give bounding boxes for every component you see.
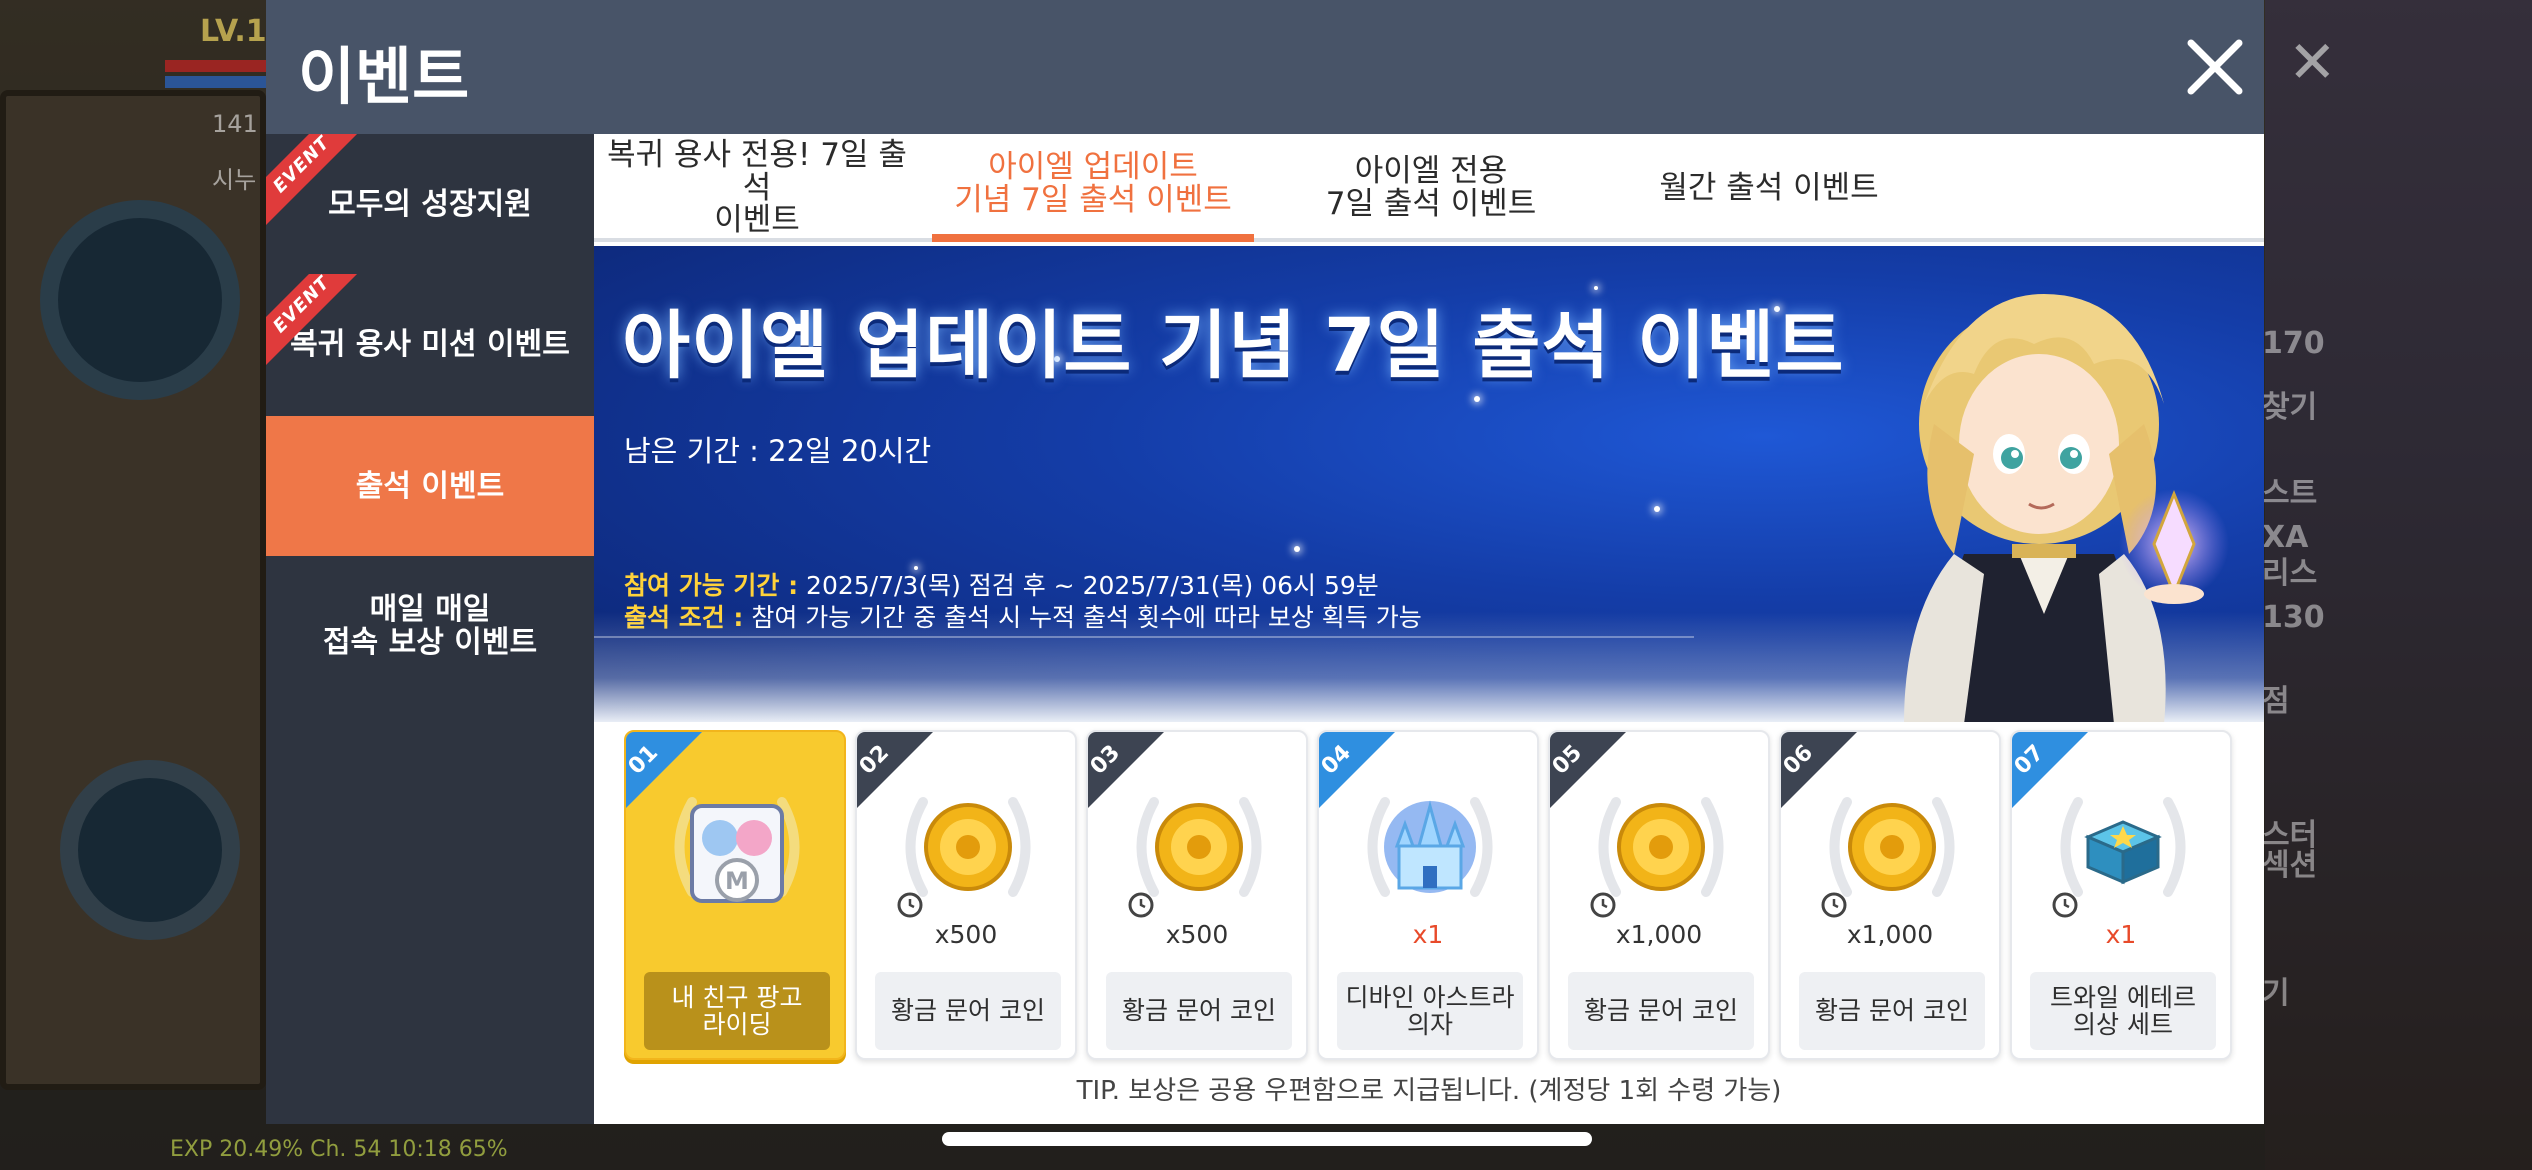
reward-name-line2: 라이딩 xyxy=(702,1010,772,1039)
sidebar-item-label-line2: 접속 보상 이벤트 xyxy=(322,625,538,660)
reward-item-name: 황금 문어 코인 xyxy=(875,972,1061,1050)
sidebar-item-attendance[interactable]: 출석 이벤트 xyxy=(266,416,594,556)
reward-card-day-5[interactable]: 05 x1,000 황금 문어 코인 xyxy=(1548,730,1770,1060)
reward-quantity: x1,000 xyxy=(1846,920,1934,949)
tab-label-line1: 아이엘 업데이트 xyxy=(988,149,1198,186)
svg-text:M: M xyxy=(725,867,749,895)
reward-item-name: 황금 문어 코인 xyxy=(1568,972,1754,1050)
reward-name-line2: 의자 xyxy=(1406,1010,1453,1039)
sidebar-item-return-mission[interactable]: EVENT 복귀 용사 미션 이벤트 xyxy=(266,274,594,414)
clock-icon xyxy=(2052,892,2078,918)
reward-card-day-3[interactable]: 03 x500 황금 문어 코인 xyxy=(1086,730,1308,1060)
sidebar-item-daily-login[interactable]: 매일 매일 접속 보상 이벤트 xyxy=(266,556,594,696)
reward-quantity: x500 xyxy=(934,920,998,949)
reward-quantity: x1 xyxy=(1412,920,1444,949)
tab-ariel-update-7day[interactable]: 아이엘 업데이트 기념 7일 출석 이벤트 xyxy=(932,134,1254,242)
bg-right-text: 리스 xyxy=(2262,556,2318,591)
reward-item-name: 황금 문어 코인 xyxy=(1106,972,1292,1050)
sidebar-item-growth-support[interactable]: EVENT 모두의 성장지원 xyxy=(266,134,594,274)
bg-right-text: 스트 xyxy=(2262,476,2318,511)
close-icon xyxy=(2187,39,2243,95)
tab-label-line1: 아이엘 전용 xyxy=(1354,153,1508,190)
background-close-icon: ✕ xyxy=(2288,28,2337,96)
sidebar-item-label: 복귀 용사 미션 이벤트 xyxy=(290,326,570,362)
hud-bottom-bar: EXP 20.49% Ch. 54 10:18 65% xyxy=(170,1137,508,1162)
sidebar-item-label: 출석 이벤트 xyxy=(355,468,505,504)
bg-right-text: 기 xyxy=(2262,976,2290,1011)
reward-card-day-4[interactable]: 04 x1 디바인 아스트라 의자 xyxy=(1317,730,1539,1060)
reward-quantity: x1,000 xyxy=(1615,920,1703,949)
banner-star xyxy=(1474,396,1480,402)
tab-label-line2: 기념 7일 출석 이벤트 xyxy=(954,182,1232,218)
participation-period-label: 참여 가능 기간 : xyxy=(624,571,799,600)
sidebar-item-label-line1: 매일 매일 xyxy=(369,592,491,627)
reward-name-line1: 디바인 아스트라 xyxy=(1345,982,1515,1012)
pango-riding-icon: M xyxy=(690,804,784,903)
gold-coin-icon xyxy=(1848,803,1936,891)
tab-monthly-attendance[interactable]: 월간 출석 이벤트 xyxy=(1608,134,1930,242)
reward-item-name: 내 친구 팡고 라이딩 xyxy=(644,972,830,1050)
clock-icon xyxy=(897,892,923,918)
hud-hp-bar xyxy=(165,60,275,72)
sidebar-item-label: 모두의 성장지원 xyxy=(328,186,532,222)
banner-title: 아이엘 업데이트 기념 7일 출석 이벤트 xyxy=(622,303,1845,389)
outfit-box-icon xyxy=(2084,820,2162,885)
reward-quantity: x1 xyxy=(2105,920,2137,949)
reward-card-day-1[interactable]: 01 M 내 친구 팡고 라이딩 xyxy=(624,730,846,1060)
gold-coin-icon xyxy=(1155,803,1243,891)
reward-card-day-7[interactable]: 07 x1 트와일 에테르 의상 세트 xyxy=(2010,730,2232,1060)
gold-coin-icon xyxy=(924,803,1012,891)
clock-icon xyxy=(1821,892,1847,918)
hud-stat-location: 시누 xyxy=(212,166,257,194)
tab-label-line2: 이벤트 xyxy=(714,202,800,239)
reward-item-name: 트와일 에테르 의상 세트 xyxy=(2030,972,2216,1050)
modal-title: 이벤트 xyxy=(298,40,470,113)
reward-name-line1: 내 친구 팡고 xyxy=(671,982,803,1012)
bg-right-text: 섹션 xyxy=(2262,848,2318,883)
hud-stat-attack: 141 xyxy=(212,110,258,138)
reward-item-name: 황금 문어 코인 xyxy=(1799,972,1985,1050)
bg-right-text: 170 xyxy=(2262,326,2325,361)
ariel-character-illustration xyxy=(1904,294,2229,722)
modal-header: 이벤트 xyxy=(266,0,2264,134)
event-banner: 아이엘 업데이트 기념 7일 출석 이벤트 남은 기간 : 22일 20시간 참… xyxy=(594,246,2264,722)
clock-icon xyxy=(1590,892,1616,918)
tab-ariel-only-7day[interactable]: 아이엘 전용 7일 출석 이벤트 xyxy=(1270,134,1592,242)
bg-right-text: 점 xyxy=(2262,684,2290,719)
remaining-time: 남은 기간 : 22일 20시간 xyxy=(624,434,932,468)
content-panel: 복귀 용사 전용! 7일 출석 이벤트 아이엘 업데이트 기념 7일 출석 이벤… xyxy=(594,134,2264,1124)
reward-quantity: x500 xyxy=(1165,920,1229,949)
reward-card-day-6[interactable]: 06 x1,000 황금 문어 코인 xyxy=(1779,730,2001,1060)
castle-chair-icon xyxy=(1384,800,1476,893)
gold-coin-icon xyxy=(1617,803,1705,891)
tip-text: TIP. 보상은 공용 우편함으로 지급됩니다. (계정당 1회 수령 가능) xyxy=(1076,1076,1782,1106)
tab-bar: 복귀 용사 전용! 7일 출석 이벤트 아이엘 업데이트 기념 7일 출석 이벤… xyxy=(594,134,2264,242)
bg-right-text: 130 xyxy=(2262,600,2325,635)
reward-card-list: 01 M 내 친구 팡고 라이딩 02 x500 황금 문어 코인 03 x50… xyxy=(624,730,2244,1060)
bg-right-text: 찾기 xyxy=(2262,390,2318,425)
tab-return-7day[interactable]: 복귀 용사 전용! 7일 출석 이벤트 xyxy=(594,134,920,242)
reward-card-day-2[interactable]: 02 x500 황금 문어 코인 xyxy=(855,730,1077,1060)
banner-star xyxy=(1654,506,1660,512)
participation-period-value: 2025/7/3(목) 점검 후 ~ 2025/7/31(목) 06시 59분 xyxy=(798,571,1379,600)
reward-item-name: 디바인 아스트라 의자 xyxy=(1337,972,1523,1050)
reward-name-line2: 의상 세트 xyxy=(2073,1010,2173,1039)
close-button[interactable] xyxy=(2174,26,2256,108)
event-modal: 이벤트 EVENT 모두의 성장지원 EVENT 복귀 용사 미션 이벤트 출석… xyxy=(266,0,2264,1124)
tab-label: 월간 출석 이벤트 xyxy=(1659,169,1879,206)
tab-label-line1: 복귀 용사 전용! 7일 출석 xyxy=(607,137,907,206)
participation-period: 참여 가능 기간 : 2025/7/3(목) 점검 후 ~ 2025/7/31(… xyxy=(624,566,1379,602)
hud-mp-bar xyxy=(165,76,275,88)
clock-icon xyxy=(1128,892,1154,918)
home-indicator[interactable] xyxy=(942,1132,1592,1146)
tab-label-line2: 7일 출석 이벤트 xyxy=(1325,186,1537,222)
reward-name-line1: 트와일 에테르 xyxy=(2050,982,2196,1012)
sidebar: EVENT 모두의 성장지원 EVENT 복귀 용사 미션 이벤트 출석 이벤트… xyxy=(266,134,594,1124)
banner-star xyxy=(1294,546,1300,552)
